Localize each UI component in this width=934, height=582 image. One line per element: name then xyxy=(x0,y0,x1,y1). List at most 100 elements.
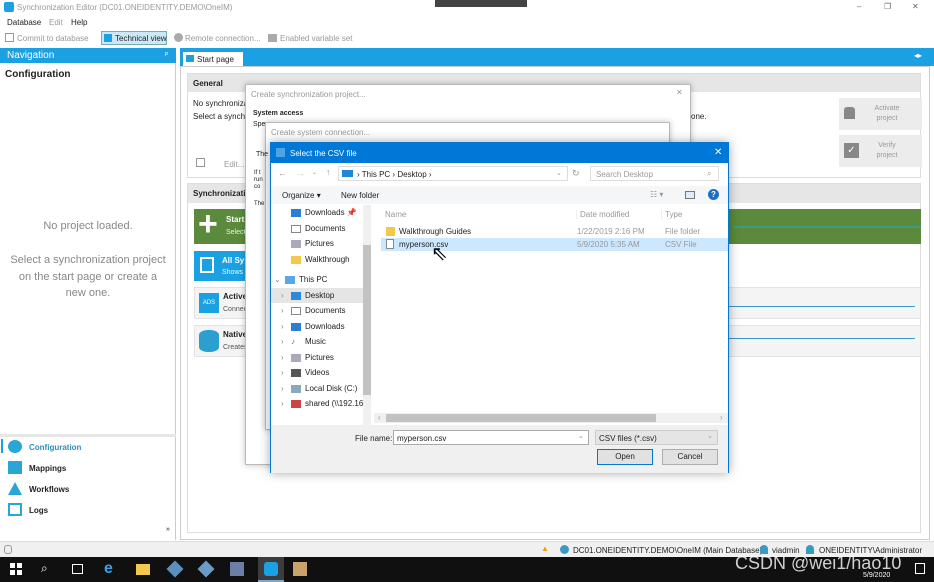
horizontal-scrollbar[interactable]: ‹ › xyxy=(374,413,728,423)
up-button[interactable]: ↑ xyxy=(326,167,331,177)
edit-button[interactable]: Edit... xyxy=(224,160,244,169)
window-title: Synchronization Editor (DC01.ONEIDENTITY… xyxy=(17,3,233,12)
scroll-thumb[interactable] xyxy=(386,414,656,422)
tree-item-downloads[interactable]: Downloads 📌 xyxy=(271,205,363,221)
column-name[interactable]: Name xyxy=(385,210,406,219)
folder-icon xyxy=(291,255,301,264)
file-dialog: Select the CSV file ✕ ← → ⌄ ↑ › This PC … xyxy=(270,142,729,473)
view-options-icon[interactable]: ☷ ▾ xyxy=(650,190,663,199)
cancel-button[interactable]: Cancel xyxy=(662,449,718,465)
tree-item-music[interactable]: › ♪ Music xyxy=(271,334,363,350)
tree-item-pictures[interactable]: Pictures xyxy=(271,236,363,252)
new-folder-button[interactable]: New folder xyxy=(341,191,379,200)
desktop-icon xyxy=(291,291,301,300)
close-button[interactable]: ✕ xyxy=(714,147,722,158)
tree-item-documents[interactable]: Documents xyxy=(271,221,363,237)
tree-item-walkthrough[interactable]: Walkthrough xyxy=(271,252,363,268)
network-drive-icon xyxy=(291,400,301,408)
remote-connection-button[interactable]: Remote connection... xyxy=(185,34,261,43)
app-icon[interactable] xyxy=(293,562,307,576)
file-dialog-titlebar: Select the CSV file ✕ xyxy=(271,143,728,163)
tree-scrollbar[interactable] xyxy=(363,205,371,425)
search-input[interactable]: Search Desktop ⌕ xyxy=(590,166,719,181)
nav-item-configuration[interactable]: Configuration xyxy=(8,440,168,454)
command-bar: Organize ▾ New folder ☷ ▾ ? xyxy=(271,186,728,204)
explorer-icon[interactable] xyxy=(136,564,150,575)
back-button[interactable]: ← xyxy=(278,168,287,178)
documents-icon xyxy=(200,257,214,273)
splitter[interactable] xyxy=(0,434,176,437)
documents-icon xyxy=(291,224,301,233)
menu-edit[interactable]: Edit xyxy=(49,18,63,27)
app-icon[interactable] xyxy=(166,560,184,578)
technical-view-label: Technical view xyxy=(115,34,167,43)
preview-pane-icon[interactable] xyxy=(685,191,695,199)
column-date[interactable]: Date modified xyxy=(576,210,629,219)
nav-item-workflows[interactable]: Workflows xyxy=(8,482,168,496)
search-icon[interactable]: ⌕ xyxy=(41,561,48,576)
task-view-icon[interactable] xyxy=(72,564,83,574)
workflow-icon xyxy=(8,482,22,495)
variable-set-button[interactable]: Enabled variable set xyxy=(280,34,353,43)
tab-scroll-icon[interactable]: ◂▸ xyxy=(914,51,922,60)
variable-set-icon xyxy=(268,34,277,42)
tab-strip: Start page ◂▸ xyxy=(180,48,934,66)
close-icon[interactable]: ✕ xyxy=(676,88,683,97)
commit-button[interactable]: Commit to database xyxy=(17,34,89,43)
activate-project-button[interactable]: Activate project xyxy=(839,98,922,130)
ie-icon[interactable]: e xyxy=(104,560,113,578)
windows-start-icon[interactable] xyxy=(10,563,22,575)
warning-icon[interactable]: ▲ xyxy=(541,544,549,553)
maximize-button[interactable]: ❐ xyxy=(884,2,891,11)
tab-start-page[interactable]: Start page xyxy=(183,52,243,66)
toolbar: Commit to database Technical view Remote… xyxy=(0,31,934,46)
technical-view-icon xyxy=(104,34,112,42)
column-type[interactable]: Type xyxy=(661,210,682,219)
tree-item-documents[interactable]: › Documents xyxy=(271,303,363,319)
file-type-select[interactable]: CSV files (*.csv) ⌄ xyxy=(595,430,718,445)
taskbar: ⌕ e 5/9/2020 CSDN @wei1/hao10 xyxy=(0,553,934,582)
tree-item-desktop[interactable]: › Desktop xyxy=(271,287,363,303)
refresh-button[interactable]: ↻ xyxy=(572,168,580,179)
filename-input[interactable]: myperson.csv ⌄ xyxy=(393,430,589,445)
recent-dropdown[interactable]: ⌄ xyxy=(312,169,317,176)
breadcrumb: › This PC › Desktop › xyxy=(357,170,432,179)
download-icon xyxy=(291,322,301,331)
download-icon xyxy=(291,209,301,217)
check-icon: ✓ xyxy=(844,143,859,158)
notification-icon[interactable] xyxy=(915,563,925,574)
app-icon[interactable] xyxy=(230,562,244,576)
mouse-cursor-icon: ⇖ xyxy=(431,243,448,265)
tree-item-local-disk[interactable]: › Local Disk (C:) xyxy=(271,381,363,397)
help-icon[interactable]: ? xyxy=(708,189,719,200)
menu-database[interactable]: Database xyxy=(7,18,41,27)
scroll-thumb[interactable] xyxy=(363,245,371,395)
nav-item-logs[interactable]: Logs xyxy=(8,503,168,517)
address-dropdown[interactable]: ⌄ xyxy=(556,169,562,177)
file-row[interactable]: Walkthrough Guides 1/22/2019 2:16 PM Fil… xyxy=(381,225,728,238)
open-button[interactable]: Open xyxy=(597,449,653,465)
verify-project-button[interactable]: ✓ Verify project xyxy=(839,135,922,167)
expand-icon[interactable]: » xyxy=(166,526,170,533)
tree-item-this-pc[interactable]: ⌄ This PC xyxy=(271,272,363,288)
tree-item-pictures[interactable]: › Pictures xyxy=(271,350,363,366)
ads-badge: ADS xyxy=(199,293,219,313)
address-bar[interactable]: › This PC › Desktop › ⌄ xyxy=(338,166,568,181)
close-button[interactable]: ✕ xyxy=(912,2,919,11)
active-indicator xyxy=(1,439,3,453)
tree-item-downloads[interactable]: › Downloads xyxy=(271,319,363,335)
forward-button[interactable]: → xyxy=(296,168,305,178)
menu-help[interactable]: Help xyxy=(71,18,87,27)
app-icon xyxy=(4,2,14,12)
tree-item-videos[interactable]: › Videos xyxy=(271,365,363,381)
pictures-icon xyxy=(291,240,301,248)
minimize-button[interactable]: – xyxy=(857,2,861,11)
nav-item-mappings[interactable]: Mappings xyxy=(8,461,168,475)
videos-icon xyxy=(291,369,301,377)
app-icon[interactable] xyxy=(197,560,215,578)
pictures-icon xyxy=(291,353,301,362)
bottom-area: File name: myperson.csv ⌄ CSV files (*.c… xyxy=(271,425,728,473)
tree-item-shared[interactable]: › shared (\\192.16 xyxy=(271,396,363,412)
pin-icon[interactable]: ᵖ xyxy=(165,50,168,59)
organize-button[interactable]: Organize ▾ xyxy=(282,191,321,200)
